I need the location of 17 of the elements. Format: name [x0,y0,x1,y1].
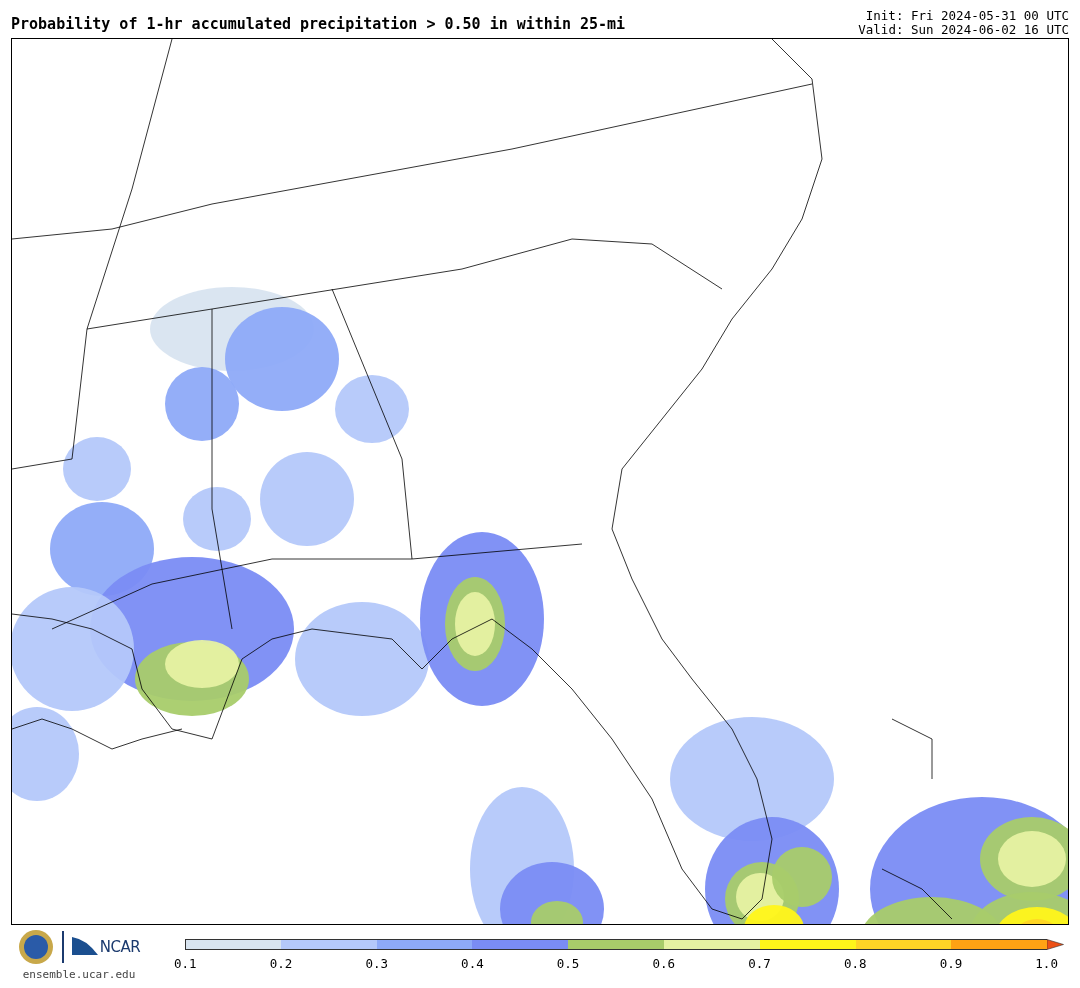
tick-label: 0.6 [652,956,676,971]
tick-label: 0.5 [556,956,580,971]
tick-label: 0.3 [365,956,388,971]
tick-label: 0.4 [461,956,484,971]
tick-label: 0.1 [174,956,197,971]
swoosh-icon [71,937,98,957]
tick-label: 1.0 [1035,956,1058,971]
init-time: Init: Fri 2024-05-31 00 UTC [865,9,1069,23]
website-url: ensemble.ucar.edu [22,968,136,981]
chart-title: Probability of 1-hr accumulated precipitation > 0.50 in within 25-mi [11,15,626,35]
tick-label: 0.8 [843,956,867,971]
tick-label: 0.9 [939,956,963,971]
logo-text: NCAR [99,938,141,956]
tick-label: 0.7 [748,956,771,971]
valid-time: Valid: Sun 2024-06-02 16 UTC [858,23,1069,37]
seal-icon [17,929,54,965]
tick-label: 0.2 [269,956,293,971]
